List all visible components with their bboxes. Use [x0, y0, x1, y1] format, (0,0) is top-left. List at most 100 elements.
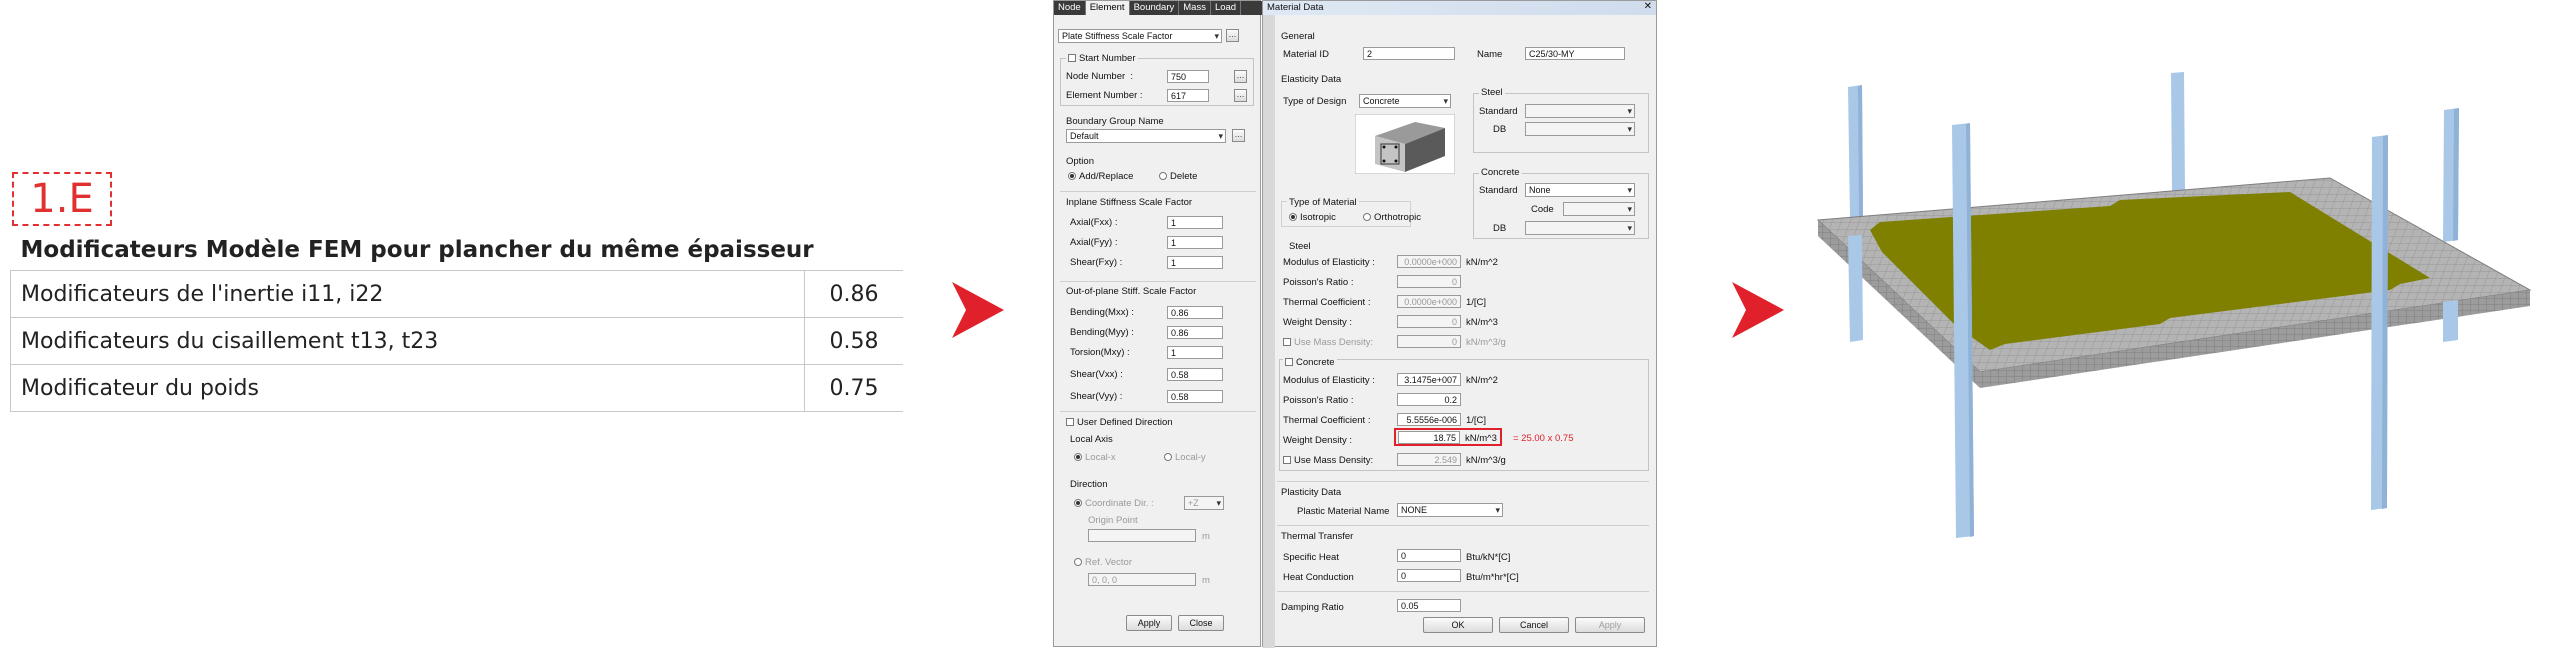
element-pick-button[interactable]: …	[1234, 89, 1247, 102]
tab-element[interactable]: Element	[1085, 1, 1130, 15]
specific-heat-label: Specific Heat	[1283, 552, 1339, 563]
weight-note: = 25.00 x 0.75	[1513, 433, 1574, 444]
steel-weight-label: Weight Density :	[1283, 317, 1352, 328]
table-title: Modificateurs Modèle FEM pour plancher d…	[10, 230, 903, 271]
steel-standard-label: Standard	[1479, 106, 1518, 117]
arrow-right-icon	[952, 282, 1004, 338]
element-number-input[interactable]: 617	[1167, 89, 1209, 102]
axial-fyy-input[interactable]: 1	[1167, 236, 1223, 249]
more-button[interactable]: …	[1226, 29, 1239, 42]
general-title: General	[1281, 31, 1315, 42]
damping-input[interactable]: 0.05	[1397, 599, 1461, 612]
steel-modulus-label: Modulus of Elasticity :	[1283, 257, 1375, 268]
node-number-input[interactable]: 750	[1167, 70, 1209, 83]
shear-vyy-input[interactable]: 0.58	[1167, 390, 1223, 403]
thermal-transfer-title: Thermal Transfer	[1281, 531, 1354, 542]
local-x-radio[interactable]: Local-x	[1074, 452, 1116, 463]
plastic-name-select[interactable]: NONE	[1397, 503, 1503, 517]
concrete-standard-select[interactable]: None	[1525, 183, 1635, 197]
tab-node[interactable]: Node	[1054, 1, 1086, 15]
close-icon[interactable]: ✕	[1644, 1, 1652, 12]
axial-fxx-input[interactable]: 1	[1167, 216, 1223, 229]
cancel-button[interactable]: Cancel	[1499, 617, 1569, 633]
concrete-poisson-input[interactable]: 0.2	[1397, 393, 1461, 406]
concrete-code-select[interactable]	[1563, 202, 1635, 216]
inplane-title: Inplane Stiffness Scale Factor	[1066, 197, 1193, 208]
origin-point-input[interactable]	[1088, 529, 1196, 542]
steel-modulus-input[interactable]: 0.0000e+000	[1397, 255, 1461, 268]
modifiers-table: Modificateurs Modèle FEM pour plancher d…	[10, 230, 903, 412]
bending-mxx-input[interactable]: 0.86	[1167, 306, 1223, 319]
type-design-select[interactable]: Concrete	[1359, 94, 1451, 108]
material-data-dialog: Material Data ✕ General Material ID 2 Na…	[1262, 0, 1657, 648]
ref-vector-input[interactable]: 0, 0, 0	[1088, 573, 1196, 586]
material-id-input[interactable]: 2	[1363, 47, 1455, 60]
heat-conduction-input[interactable]: 0	[1397, 569, 1461, 582]
collapse-icon[interactable]	[1285, 358, 1293, 366]
steel-mass-input[interactable]: 0	[1397, 335, 1461, 348]
damping-label: Damping Ratio	[1281, 602, 1344, 613]
concrete-db-select[interactable]	[1525, 221, 1635, 235]
tab-mass[interactable]: Mass	[1179, 1, 1211, 15]
user-direction-checkbox[interactable]: User Defined Direction	[1066, 417, 1173, 428]
ref-vector-radio[interactable]: Ref. Vector	[1074, 557, 1132, 568]
element-panel: Node Element Boundary Mass Load Plate Stiffn…	[1053, 0, 1262, 647]
start-number-title: Start Number	[1079, 53, 1136, 64]
coordinate-dir-select[interactable]: +Z	[1184, 496, 1224, 510]
type-design-label: Type of Design	[1283, 96, 1347, 107]
local-y-radio[interactable]: Local-y	[1164, 452, 1206, 463]
steel-mass-checkbox[interactable]: Use Mass Density:	[1283, 337, 1373, 348]
collapse-icon[interactable]	[1068, 54, 1076, 62]
close-button[interactable]: Close	[1178, 615, 1224, 631]
apply-button[interactable]: Apply	[1575, 617, 1645, 633]
steel-poisson-input[interactable]: 0	[1397, 275, 1461, 288]
steel-weight-unit: kN/m^3	[1466, 317, 1498, 328]
steel-weight-input[interactable]: 0	[1397, 315, 1461, 328]
row-value: 0.86	[804, 270, 903, 318]
boundary-group-button[interactable]: …	[1232, 129, 1245, 142]
coordinate-dir-radio[interactable]: Coordinate Dir. :	[1074, 498, 1154, 509]
bending-myy-label: Bending(Myy) :	[1070, 327, 1134, 338]
concrete-mass-input[interactable]: 2.549	[1397, 453, 1461, 466]
shear-fxy-input[interactable]: 1	[1167, 256, 1223, 269]
row-label: Modificateurs de l'inertie i11, i22	[10, 270, 805, 318]
torsion-mxy-input[interactable]: 1	[1167, 346, 1223, 359]
orthotropic-radio[interactable]: Orthotropic	[1363, 212, 1421, 223]
name-label: Name	[1477, 49, 1503, 60]
concrete-poisson-label: Poisson's Ratio :	[1283, 395, 1354, 406]
title-bar: Material Data ✕	[1263, 1, 1656, 15]
steel-standard-select[interactable]	[1525, 104, 1635, 118]
plasticity-title: Plasticity Data	[1281, 487, 1342, 498]
concrete-thermal-input[interactable]: 5.5556e-006	[1397, 413, 1461, 426]
option-delete-radio[interactable]: Delete	[1159, 171, 1197, 182]
shear-vxx-input[interactable]: 0.58	[1167, 368, 1223, 381]
axial-fxx-label: Axial(Fxx) :	[1070, 217, 1118, 228]
isotropic-radio[interactable]: Isotropic	[1289, 212, 1336, 223]
concrete-weight-unit: kN/m^3	[1465, 433, 1497, 444]
origin-unit: m	[1202, 531, 1210, 542]
elasticity-title: Elasticity Data	[1281, 74, 1342, 85]
concrete-db-label: DB	[1493, 223, 1507, 234]
row-label: Modificateur du poids	[10, 364, 805, 412]
name-input[interactable]: C25/30-MY	[1525, 47, 1625, 60]
function-select[interactable]: Plate Stiffness Scale Factor	[1058, 29, 1222, 43]
concrete-weight-input[interactable]: 18.75	[1398, 431, 1460, 444]
row-value: 0.75	[804, 364, 903, 412]
steel-thermal-input[interactable]: 0.0000e+000	[1397, 295, 1461, 308]
boundary-group-select[interactable]: Default	[1066, 129, 1226, 143]
node-pick-button[interactable]: …	[1234, 70, 1247, 83]
tab-boundary[interactable]: Boundary	[1130, 1, 1180, 15]
apply-button[interactable]: Apply	[1126, 615, 1172, 631]
material-type-title: Type of Material	[1287, 197, 1359, 208]
tab-load[interactable]: Load	[1211, 1, 1242, 15]
concrete-code-label: Code	[1531, 204, 1554, 215]
concrete-modulus-input[interactable]: 3.1475e+007	[1397, 373, 1461, 386]
bending-myy-input[interactable]: 0.86	[1167, 326, 1223, 339]
concrete-title: Concrete	[1296, 357, 1335, 368]
concrete-mass-checkbox[interactable]: Use Mass Density:	[1283, 455, 1373, 466]
steel-poisson-label: Poisson's Ratio :	[1283, 277, 1354, 288]
option-add-radio[interactable]: Add/Replace	[1068, 171, 1133, 182]
steel-db-select[interactable]	[1525, 122, 1635, 136]
specific-heat-input[interactable]: 0	[1397, 549, 1461, 562]
ok-button[interactable]: OK	[1423, 617, 1493, 633]
